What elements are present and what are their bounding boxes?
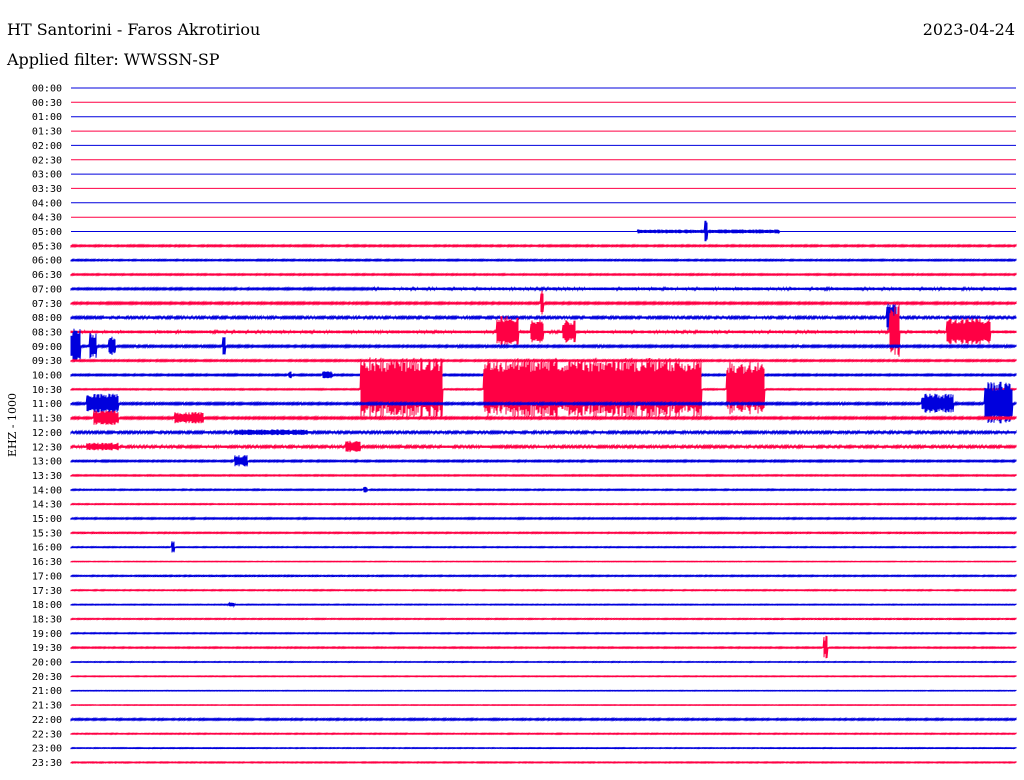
trace-line <box>70 631 1017 635</box>
trace-line <box>70 455 1017 467</box>
time-label: 15:00 <box>32 514 62 525</box>
trace-line <box>70 531 1017 535</box>
time-label: 01:30 <box>32 127 62 138</box>
time-label: 19:30 <box>32 643 62 654</box>
trace-line <box>70 486 1017 493</box>
trace-line <box>70 635 1017 659</box>
time-label: 04:00 <box>32 198 62 209</box>
trace-line <box>70 304 1017 357</box>
time-label: 20:30 <box>32 672 62 683</box>
trace-line <box>70 258 1017 263</box>
time-label: 03:00 <box>32 170 62 181</box>
time-label: 18:30 <box>32 614 62 625</box>
time-label: 07:00 <box>32 284 62 295</box>
trace-group <box>70 87 1017 765</box>
time-label: 18:00 <box>32 600 62 611</box>
time-label: 16:00 <box>32 543 62 554</box>
trace-line <box>70 732 1017 736</box>
time-label: 13:00 <box>32 457 62 468</box>
trace-line <box>70 502 1017 506</box>
time-label: 22:30 <box>32 729 62 740</box>
time-label: 16:30 <box>32 557 62 568</box>
time-label-group: 00:00 00:30 01:00 01:30 02:00 02:30 03:00 03:30… <box>32 84 62 769</box>
time-label: 23:30 <box>32 758 62 769</box>
trace-line <box>70 588 1017 592</box>
time-label: 07:30 <box>32 299 62 310</box>
trace-line <box>70 617 1017 621</box>
time-label: 01:00 <box>32 112 62 123</box>
time-label: 13:30 <box>32 471 62 482</box>
time-label: 10:00 <box>32 371 62 382</box>
trace-line <box>70 660 1017 664</box>
time-label: 08:30 <box>32 327 62 338</box>
trace-line <box>70 516 1017 521</box>
trace-line <box>70 560 1017 563</box>
time-label: 20:00 <box>32 658 62 669</box>
time-label: 21:00 <box>32 686 62 697</box>
time-label: 12:30 <box>32 442 62 453</box>
trace-line <box>70 574 1017 578</box>
trace-line <box>70 290 1017 315</box>
time-label: 00:00 <box>32 84 62 95</box>
time-label: 05:30 <box>32 241 62 252</box>
trace-line <box>70 541 1017 553</box>
time-label: 06:30 <box>32 270 62 281</box>
helicorder-plot: 00:00 00:30 01:00 01:30 02:00 02:30 03:00 03:30… <box>6 84 1017 769</box>
time-label: 08:00 <box>32 313 62 324</box>
time-label: 11:00 <box>32 399 62 410</box>
trace-line <box>70 760 1017 765</box>
helicorder-page: HT Santorini - Faros Akrotiriou 2023-04-… <box>0 0 1024 780</box>
time-label: 23:00 <box>32 744 62 755</box>
time-label: 14:00 <box>32 485 62 496</box>
time-label: 14:30 <box>32 500 62 511</box>
time-label: 03:30 <box>32 184 62 195</box>
time-label: 05:00 <box>32 227 62 238</box>
time-label: 15:30 <box>32 528 62 539</box>
trace-line <box>70 272 1017 277</box>
time-label: 09:00 <box>32 342 62 353</box>
time-label: 09:30 <box>32 356 62 367</box>
trace-line <box>70 285 1017 292</box>
time-label: 11:30 <box>32 414 62 425</box>
time-label: 22:00 <box>32 715 62 726</box>
time-label: 00:30 <box>32 98 62 109</box>
trace-line <box>70 716 1017 722</box>
trace-line <box>70 357 1017 419</box>
channel-label: EHZ - 1000 <box>6 393 19 457</box>
trace-line <box>70 703 1017 707</box>
time-label: 02:30 <box>32 155 62 166</box>
trace-line <box>70 243 1017 249</box>
time-label: 12:00 <box>32 428 62 439</box>
time-label: 02:00 <box>32 141 62 152</box>
time-label: 06:00 <box>32 256 62 267</box>
time-label: 04:30 <box>32 213 62 224</box>
time-label: 17:00 <box>32 571 62 582</box>
time-label: 19:00 <box>32 629 62 640</box>
trace-line <box>70 746 1017 750</box>
trace-line <box>70 675 1017 678</box>
time-label: 17:30 <box>32 586 62 597</box>
time-label: 21:30 <box>32 701 62 712</box>
trace-line <box>71 220 1016 242</box>
trace-line <box>70 473 1017 478</box>
trace-line <box>70 601 1017 609</box>
time-label: 10:30 <box>32 385 62 396</box>
trace-line <box>70 440 1017 453</box>
trace-line <box>70 429 1017 436</box>
trace-line <box>70 689 1017 692</box>
